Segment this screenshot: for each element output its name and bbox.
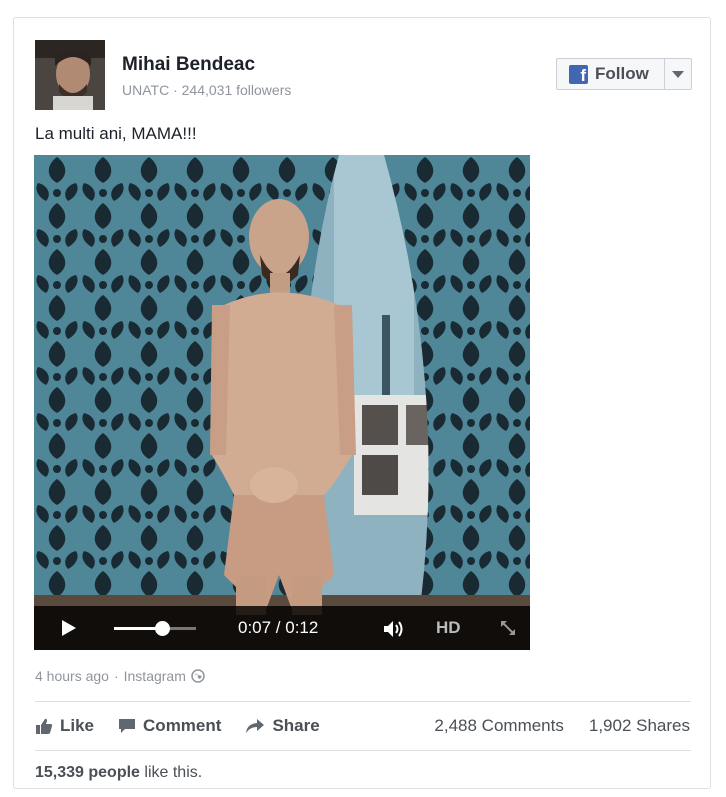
post-text: La multi ani, MAMA!!! (35, 124, 197, 143)
avatar-photo (35, 40, 105, 110)
action-bar: Like Comment Share (35, 702, 344, 750)
engagement-counts: 2,488 Comments 1,902 Shares (434, 702, 690, 750)
post-card: Mihai Bendeac UNATC · 244,031 followers … (13, 17, 711, 789)
divider (35, 750, 691, 751)
volume-icon[interactable] (382, 619, 408, 639)
video-controls: 0:07 / 0:12 HD (34, 606, 530, 650)
hd-toggle[interactable]: HD (436, 618, 461, 638)
follow-button[interactable]: f Follow (556, 58, 692, 90)
avatar[interactable] (35, 40, 105, 110)
likes-suffix: like this. (139, 764, 203, 781)
follow-main[interactable]: f Follow (557, 59, 664, 89)
comment-label: Comment (143, 716, 222, 735)
like-button[interactable]: Like (35, 716, 94, 736)
video-player[interactable]: 0:07 / 0:12 HD (34, 155, 530, 650)
chevron-down-icon (672, 70, 684, 78)
thumbs-up-icon (36, 718, 53, 734)
play-icon[interactable] (62, 620, 76, 636)
share-button[interactable]: Share (245, 716, 320, 736)
meta-separator: · (113, 668, 119, 684)
likes-summary: 15,339 people like this. (35, 764, 202, 782)
post-time[interactable]: 4 hours ago (35, 668, 109, 684)
author-name[interactable]: Mihai Bendeac (122, 54, 255, 76)
facebook-icon: f (569, 64, 588, 84)
scrubber-handle[interactable] (154, 621, 170, 636)
follow-dropdown-button[interactable] (664, 59, 691, 89)
post-source[interactable]: Instagram (124, 668, 186, 684)
likes-count[interactable]: 15,339 people (35, 764, 140, 781)
author-meta: UNATC · 244,031 followers (122, 82, 292, 98)
share-label: Share (272, 716, 320, 735)
follow-label: Follow (595, 64, 649, 83)
comment-icon (119, 719, 136, 733)
comments-count[interactable]: 2,488 Comments (434, 716, 563, 736)
share-icon (246, 719, 265, 733)
fullscreen-icon[interactable] (498, 618, 518, 638)
video-frame (34, 155, 530, 650)
globe-icon (191, 669, 205, 683)
time-display: 0:07 / 0:12 (238, 618, 319, 637)
post-meta: 4 hours ago · Instagram (35, 668, 205, 684)
shares-count[interactable]: 1,902 Shares (589, 716, 690, 736)
like-label: Like (60, 716, 95, 735)
comment-button[interactable]: Comment (118, 716, 221, 736)
scrubber-track[interactable] (114, 621, 196, 636)
